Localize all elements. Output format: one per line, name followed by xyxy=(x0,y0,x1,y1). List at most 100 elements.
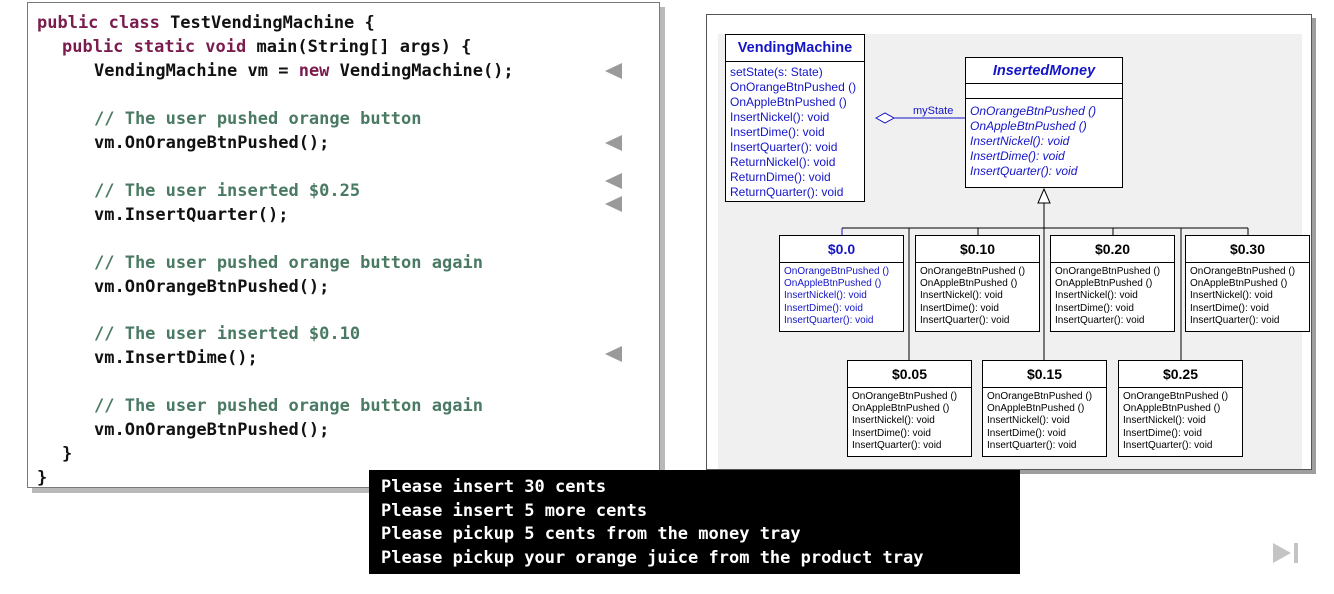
code-close-brace: } xyxy=(37,468,48,488)
class-name: VendingMachine xyxy=(726,35,864,62)
operation: setState(s: State) xyxy=(730,65,823,79)
operation: OnOrangeBtnPushed () xyxy=(970,104,1097,118)
class-state-0-30: $0.30 OnOrangeBtnPushed () OnAppleBtnPus… xyxy=(1185,235,1310,332)
step-marker-icon xyxy=(605,346,622,362)
operation: InsertNickel(): void xyxy=(920,290,1003,302)
code-comment: // The user inserted $0.10 xyxy=(94,324,361,344)
operation: OnAppleBtnPushed () xyxy=(987,403,1085,415)
inheritance-triangle-icon xyxy=(1037,187,1051,204)
operation: OnOrangeBtnPushed () xyxy=(784,266,890,277)
code-text: VendingMachine vm = xyxy=(94,61,299,81)
class-state-0-20: $0.20 OnOrangeBtnPushed () OnAppleBtnPus… xyxy=(1050,235,1175,332)
operation: InsertDime(): void xyxy=(852,427,931,439)
class-name: InsertedMoney xyxy=(966,58,1122,84)
console-output: Please insert 30 cents Please insert 5 m… xyxy=(369,470,1020,574)
operation: InsertNickel(): void xyxy=(1123,415,1206,427)
operation: InsertNickel(): void xyxy=(1190,290,1273,302)
step-marker-icon xyxy=(605,196,622,212)
operation: OnOrangeBtnPushed () xyxy=(920,266,1026,277)
code-comment: // The user pushed orange button xyxy=(94,109,422,129)
operation: InsertDime(): void xyxy=(987,427,1066,439)
code-comment: // The user pushed orange button again xyxy=(94,253,483,273)
operation: OnAppleBtnPushed () xyxy=(730,95,847,109)
operation: InsertQuarter(): void xyxy=(1055,314,1145,326)
operation: OnAppleBtnPushed () xyxy=(920,278,1018,290)
class-state-0-15: $0.15 OnOrangeBtnPushed () OnAppleBtnPus… xyxy=(982,360,1107,457)
operation: ReturnQuarter(): void xyxy=(730,185,844,199)
console-line: Please pickup your orange juice from the… xyxy=(381,547,924,568)
operation: InsertQuarter(): void xyxy=(852,439,942,451)
attributes-compartment xyxy=(966,84,1122,99)
uml-diagram: VendingMachine setState(s: State) OnOran… xyxy=(706,14,1312,470)
operation: ReturnDime(): void xyxy=(730,170,831,184)
operation: OnAppleBtnPushed () xyxy=(1055,278,1153,290)
console-line: Please pickup 5 cents from the money tra… xyxy=(381,524,801,544)
operation: OnOrangeBtnPushed () xyxy=(987,391,1093,402)
keyword: public class xyxy=(37,13,160,33)
operation: InsertNickel(): void xyxy=(730,110,830,124)
code-statement: vm.InsertQuarter(); xyxy=(94,205,289,225)
operation: InsertDime(): void xyxy=(1055,302,1134,314)
class-name: $0.10 xyxy=(916,236,1039,263)
operation: OnOrangeBtnPushed () xyxy=(852,391,958,402)
class-name: $0.05 xyxy=(848,361,971,388)
operation: OnAppleBtnPushed () xyxy=(970,119,1087,133)
operation: OnOrangeBtnPushed () xyxy=(1123,391,1229,402)
code-statement: vm.OnOrangeBtnPushed(); xyxy=(94,133,330,153)
operation: OnOrangeBtnPushed () xyxy=(730,80,857,94)
class-state-0-25: $0.25 OnOrangeBtnPushed () OnAppleBtnPus… xyxy=(1118,360,1243,457)
operation: OnAppleBtnPushed () xyxy=(852,403,950,415)
operation: InsertDime(): void xyxy=(784,302,863,314)
code-statement: vm.InsertDime(); xyxy=(94,348,258,368)
operation: OnOrangeBtnPushed () xyxy=(1055,266,1161,277)
step-marker-icon xyxy=(605,135,622,151)
class-state-0-00: $0.0 OnOrangeBtnPushed () OnAppleBtnPush… xyxy=(779,235,904,332)
operation: InsertQuarter(): void xyxy=(1190,314,1280,326)
operation: InsertQuarter(): void xyxy=(987,439,1077,451)
operation: ReturnNickel(): void xyxy=(730,155,836,169)
code-text: TestVendingMachine { xyxy=(159,13,375,33)
code-comment: // The user pushed orange button again xyxy=(94,396,483,416)
operation: InsertDime(): void xyxy=(1123,427,1202,439)
code-line-class-decl: public class TestVendingMachine { xyxy=(37,12,375,34)
association-label: myState xyxy=(913,105,954,117)
operation: InsertDime(): void xyxy=(1190,302,1269,314)
class-state-0-10: $0.10 OnOrangeBtnPushed () OnAppleBtnPus… xyxy=(915,235,1040,332)
class-name: $0.15 xyxy=(983,361,1106,388)
skip-to-end-icon[interactable] xyxy=(1271,541,1301,565)
operation: InsertQuarter(): void xyxy=(730,140,838,154)
operation: InsertNickel(): void xyxy=(852,415,935,427)
console-line: Please insert 30 cents xyxy=(381,477,607,497)
operation: OnAppleBtnPushed () xyxy=(1190,278,1288,290)
class-name: $0.30 xyxy=(1186,236,1309,263)
code-statement: vm.OnOrangeBtnPushed(); xyxy=(94,277,330,297)
code-line-new-vm: VendingMachine vm = new VendingMachine()… xyxy=(94,60,514,82)
operation: InsertQuarter(): void xyxy=(1123,439,1213,451)
keyword: public static void xyxy=(62,37,247,57)
operation: InsertQuarter(): void xyxy=(920,314,1010,326)
keyword: new xyxy=(298,61,330,81)
operation: OnAppleBtnPushed () xyxy=(784,278,882,290)
operation: InsertNickel(): void xyxy=(784,290,867,302)
operation: InsertDime(): void xyxy=(730,125,825,139)
class-name: $0.25 xyxy=(1119,361,1242,388)
operation: InsertNickel(): void xyxy=(970,134,1070,148)
console-line: Please insert 5 more cents xyxy=(381,500,648,521)
operation: OnAppleBtnPushed () xyxy=(1123,403,1221,415)
class-inserted-money: InsertedMoney OnOrangeBtnPushed () OnApp… xyxy=(965,57,1123,188)
operation: OnOrangeBtnPushed () xyxy=(1190,266,1296,277)
operation: InsertNickel(): void xyxy=(987,415,1070,427)
step-marker-icon xyxy=(605,173,622,189)
code-close-brace: } xyxy=(62,444,73,464)
code-text: VendingMachine(); xyxy=(329,61,514,81)
operation: InsertNickel(): void xyxy=(1055,290,1138,302)
class-name: $0.0 xyxy=(780,236,903,263)
operation: InsertQuarter(): void xyxy=(970,164,1078,178)
code-line-main-decl: public static void main(String[] args) { xyxy=(62,36,471,58)
class-name: $0.20 xyxy=(1051,236,1174,263)
uml-canvas: VendingMachine setState(s: State) OnOran… xyxy=(718,34,1310,469)
code-comment: // The user inserted $0.25 xyxy=(94,181,361,201)
operation: InsertDime(): void xyxy=(970,149,1065,163)
aggregation-diamond-icon xyxy=(874,112,896,124)
step-marker-icon xyxy=(605,63,622,79)
